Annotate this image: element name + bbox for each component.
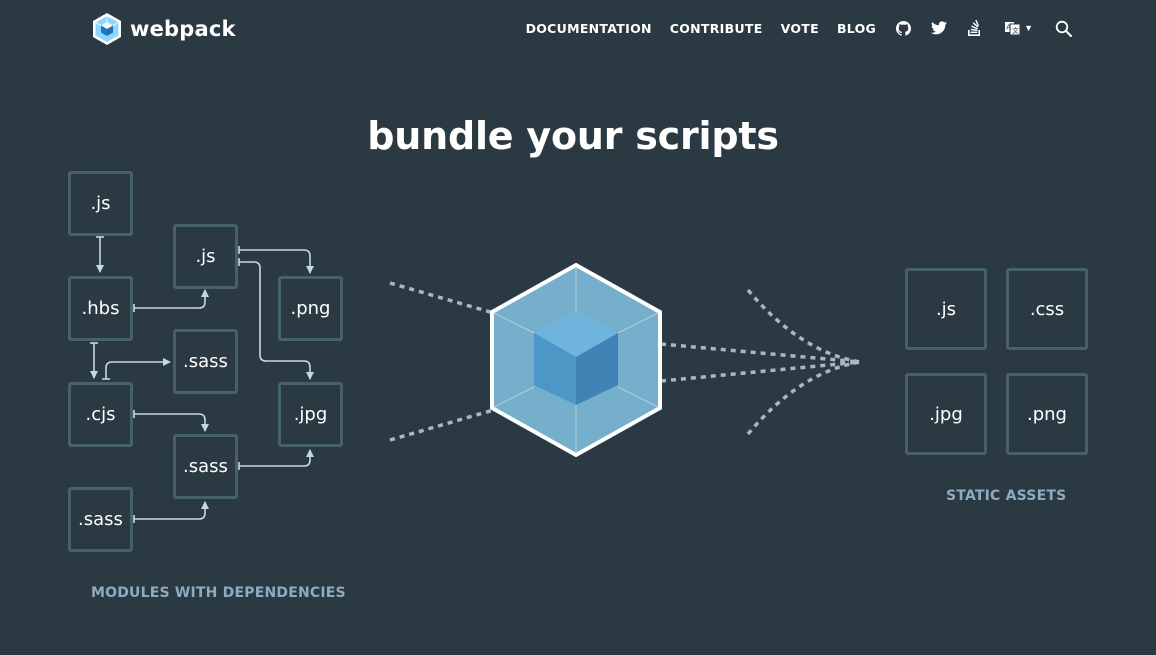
asset-png: .png bbox=[1006, 373, 1088, 455]
module-sass: .sass bbox=[68, 487, 133, 552]
module-js: .js bbox=[68, 171, 133, 236]
module-js: .js bbox=[173, 224, 238, 289]
module-png: .png bbox=[278, 276, 343, 341]
modules-caption: MODULES WITH DEPENDENCIES bbox=[91, 585, 346, 601]
asset-jpg: .jpg bbox=[905, 373, 987, 455]
module-jpg: .jpg bbox=[278, 382, 343, 447]
webpack-cube-icon bbox=[490, 262, 662, 458]
module-sass: .sass bbox=[173, 329, 238, 394]
asset-js: .js bbox=[905, 268, 987, 350]
assets-caption: STATIC ASSETS bbox=[946, 488, 1067, 504]
module-hbs: .hbs bbox=[68, 276, 133, 341]
page: webpack DOCUMENTATION CONTRIBUTE VOTE BL… bbox=[0, 0, 1156, 655]
asset-css: .css bbox=[1006, 268, 1088, 350]
module-cjs: .cjs bbox=[68, 382, 133, 447]
module-sass: .sass bbox=[173, 434, 238, 499]
